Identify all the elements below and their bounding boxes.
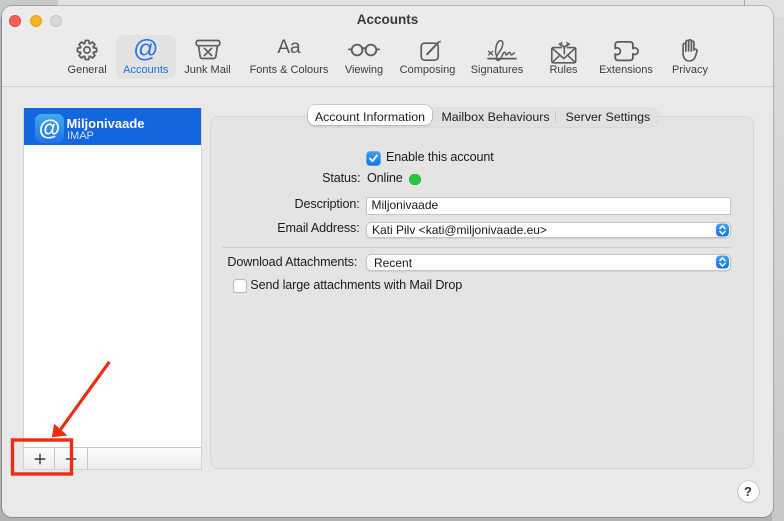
svg-text:@: @ xyxy=(39,116,60,141)
